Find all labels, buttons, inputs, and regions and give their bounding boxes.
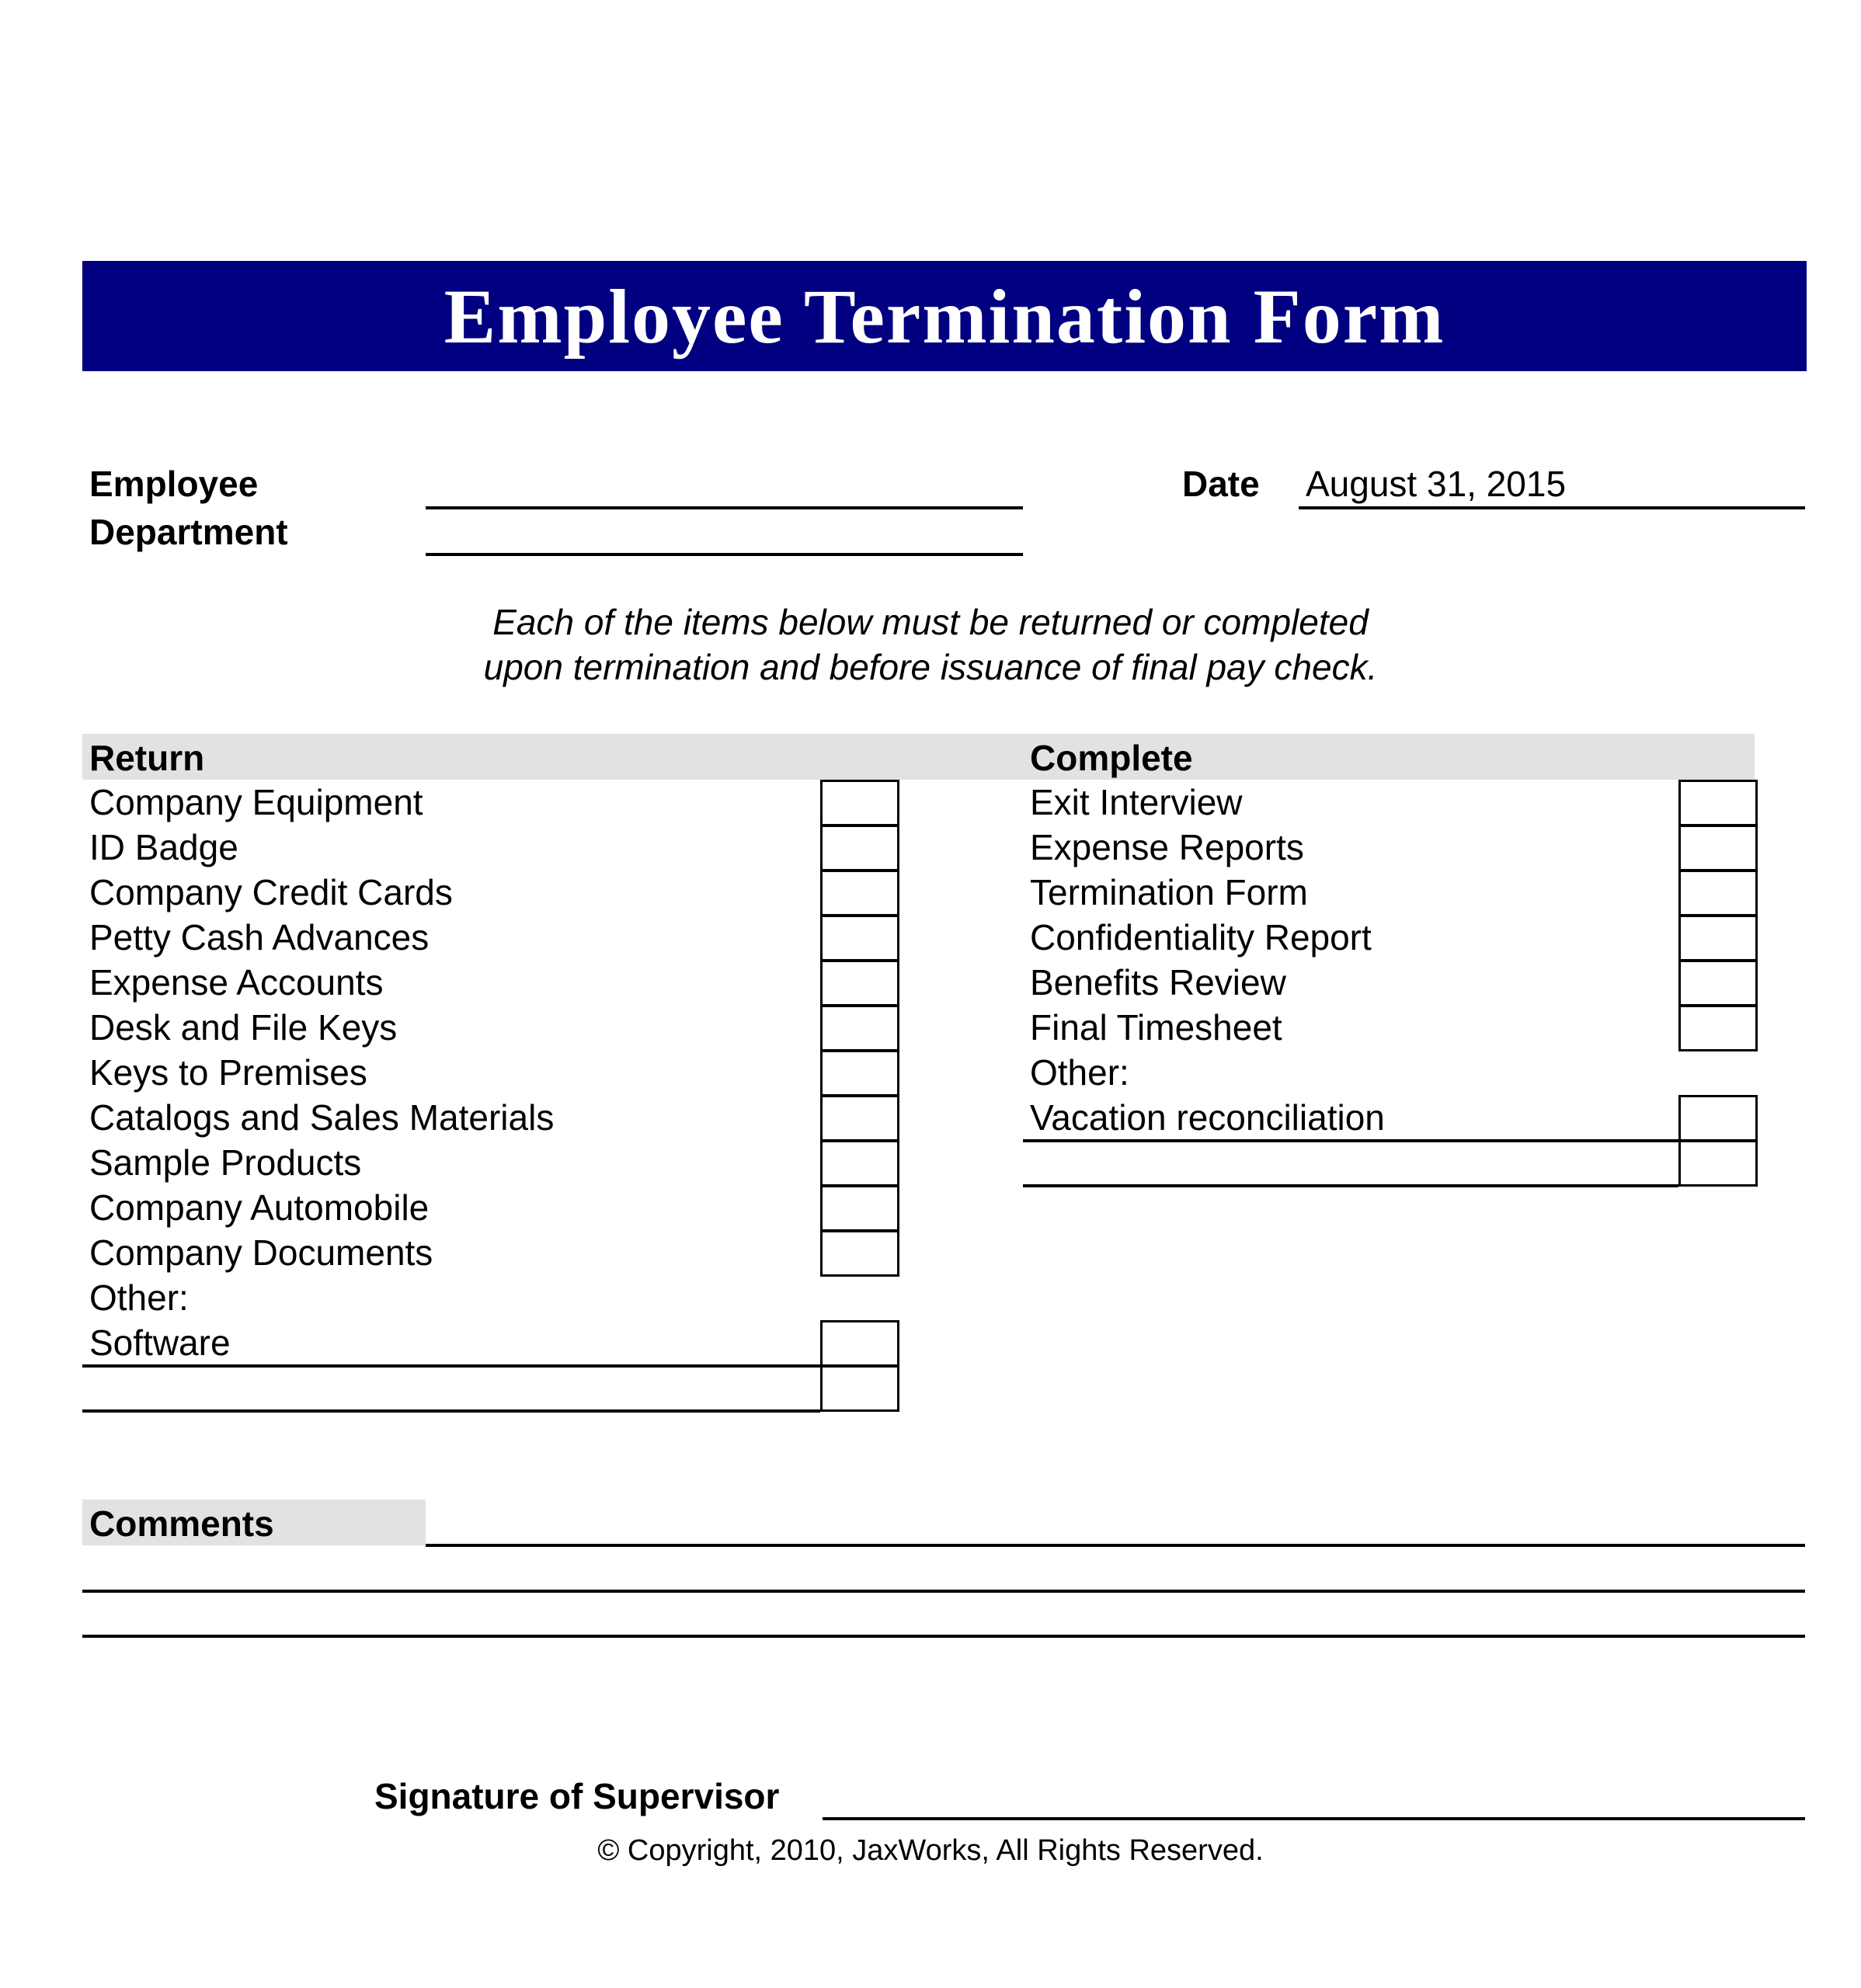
return-checkbox[interactable] bbox=[820, 1050, 899, 1097]
return-other-label: Other: bbox=[89, 1277, 189, 1318]
instructions-line-2: upon termination and before issuance of … bbox=[483, 647, 1378, 687]
complete-checkbox[interactable] bbox=[1678, 870, 1758, 916]
return-item: ID Badge bbox=[89, 827, 238, 867]
return-checkbox[interactable] bbox=[820, 870, 899, 916]
return-checkbox[interactable] bbox=[820, 1230, 899, 1277]
complete-checkbox[interactable] bbox=[1678, 1140, 1758, 1187]
comments-field[interactable] bbox=[89, 1548, 1798, 1589]
return-item: Expense Accounts bbox=[89, 962, 384, 1003]
section-header-band bbox=[82, 734, 1755, 780]
return-checkbox[interactable] bbox=[820, 825, 899, 871]
complete-checkbox[interactable] bbox=[1678, 915, 1758, 961]
comments-underline bbox=[82, 1590, 1805, 1593]
employee-field[interactable] bbox=[432, 466, 1022, 505]
return-item: Company Documents bbox=[89, 1232, 433, 1273]
complete-heading: Complete bbox=[1030, 738, 1193, 778]
comments-field[interactable] bbox=[89, 1594, 1798, 1634]
complete-checkbox[interactable] bbox=[1678, 825, 1758, 871]
complete-item: Termination Form bbox=[1030, 872, 1308, 912]
return-checkbox[interactable] bbox=[820, 1320, 899, 1367]
date-field[interactable]: August 31, 2015 bbox=[1306, 466, 1803, 505]
date-field-underline bbox=[1299, 506, 1805, 509]
complete-other-underline bbox=[1023, 1184, 1678, 1187]
complete-checkbox[interactable] bbox=[1678, 1005, 1758, 1051]
employee-field-underline bbox=[426, 506, 1023, 509]
return-item: Desk and File Keys bbox=[89, 1007, 398, 1048]
employee-label: Employee bbox=[89, 464, 259, 504]
signature-label: Signature of Supervisor bbox=[374, 1776, 780, 1816]
copyright-notice: © Copyright, 2010, JaxWorks, All Rights … bbox=[597, 1834, 1264, 1867]
department-field-underline bbox=[426, 553, 1023, 556]
complete-item: Benefits Review bbox=[1030, 962, 1286, 1003]
return-checkbox[interactable] bbox=[820, 1005, 899, 1051]
return-item: Petty Cash Advances bbox=[89, 917, 430, 958]
return-item: Company Credit Cards bbox=[89, 872, 453, 912]
return-item: Catalogs and Sales Materials bbox=[89, 1097, 555, 1138]
return-item: Sample Products bbox=[89, 1142, 362, 1183]
date-label: Date bbox=[1182, 464, 1260, 504]
return-checkbox[interactable] bbox=[820, 780, 899, 826]
return-other-field[interactable] bbox=[89, 1365, 812, 1409]
comments-underline bbox=[82, 1635, 1805, 1638]
complete-checkbox[interactable] bbox=[1678, 780, 1758, 826]
return-item: Company Equipment bbox=[89, 782, 423, 822]
return-other-underline bbox=[82, 1409, 820, 1413]
signature-field[interactable] bbox=[828, 1775, 1799, 1816]
form-title: Employee Termination Form bbox=[444, 273, 1445, 360]
return-checkbox[interactable] bbox=[820, 915, 899, 961]
complete-other-label: Other: bbox=[1030, 1052, 1129, 1093]
return-checkbox[interactable] bbox=[820, 1095, 899, 1142]
complete-other-field[interactable] bbox=[1030, 1140, 1671, 1183]
comments-underline bbox=[426, 1544, 1805, 1547]
return-checkbox[interactable] bbox=[820, 1140, 899, 1187]
return-checkbox[interactable] bbox=[820, 1185, 899, 1232]
return-checkbox[interactable] bbox=[820, 1365, 899, 1412]
department-field[interactable] bbox=[432, 514, 1022, 553]
complete-other-field[interactable]: Vacation reconciliation bbox=[1030, 1095, 1671, 1140]
return-item: Keys to Premises bbox=[89, 1052, 367, 1093]
department-label: Department bbox=[89, 512, 288, 552]
comments-label: Comments bbox=[89, 1503, 274, 1544]
signature-underline bbox=[823, 1817, 1805, 1820]
complete-checkbox[interactable] bbox=[1678, 960, 1758, 1006]
complete-item: Exit Interview bbox=[1030, 782, 1243, 822]
return-heading: Return bbox=[89, 738, 205, 778]
instructions-line-1: Each of the items below must be returned… bbox=[492, 602, 1369, 642]
complete-item: Confidentiality Report bbox=[1030, 917, 1372, 958]
complete-item: Final Timesheet bbox=[1030, 1007, 1282, 1048]
complete-item: Expense Reports bbox=[1030, 827, 1304, 867]
return-item: Company Automobile bbox=[89, 1187, 430, 1228]
title-banner: Employee Termination Form bbox=[82, 261, 1807, 371]
complete-checkbox[interactable] bbox=[1678, 1095, 1758, 1142]
return-checkbox[interactable] bbox=[820, 960, 899, 1006]
return-other-field[interactable]: Software bbox=[89, 1320, 812, 1365]
comments-field[interactable] bbox=[432, 1503, 1799, 1543]
